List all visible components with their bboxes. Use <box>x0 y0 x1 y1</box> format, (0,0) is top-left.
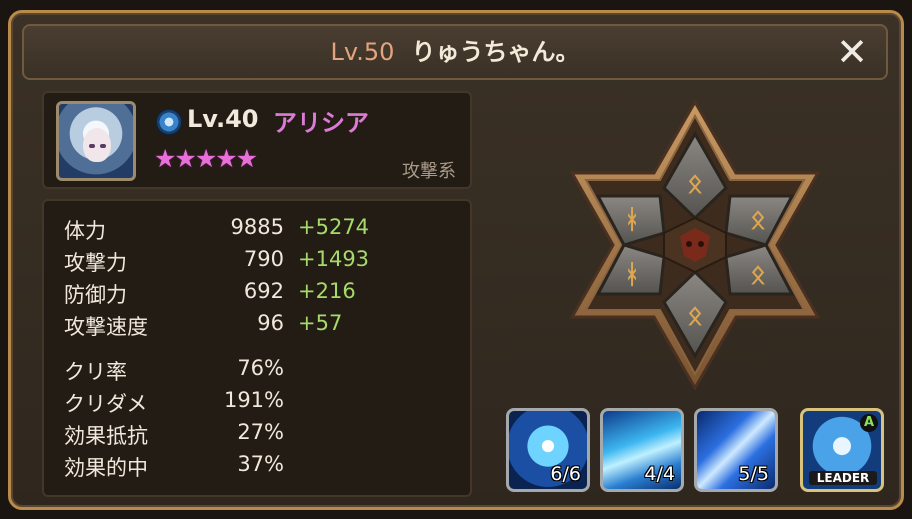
stat-label: 効果抵抗 <box>64 424 148 448</box>
skill-2[interactable]: 4/4 <box>600 408 684 492</box>
player-name: りゅうちゃん。 <box>411 38 580 66</box>
monster-type: 攻撃系 <box>402 161 456 182</box>
stat-label: クリ率 <box>64 360 127 384</box>
rune-glyph-icon: ᛟ <box>687 169 703 199</box>
stat-row-crit-damage: クリダメ 191% <box>64 388 464 418</box>
monster-summary-panel: Lv.40 アリシア ★★★★★ 攻撃系 <box>42 91 472 189</box>
monster-level: Lv.40 <box>187 105 259 133</box>
stat-row-attack: 攻撃力 790 +1493 <box>64 247 464 277</box>
stat-row-crit-rate: クリ率 76% <box>64 356 464 386</box>
stat-label: クリダメ <box>64 392 148 416</box>
stat-label: 効果的中 <box>64 456 148 480</box>
rune-slots: ᛟ ᛟ ᛟ ᛟ ᚼ ᚼ <box>569 100 821 390</box>
leader-skill[interactable]: A LEADER <box>800 408 884 492</box>
stat-value: 37% <box>237 452 284 476</box>
stat-row-defense: 防御力 692 +216 <box>64 279 464 309</box>
stat-bonus: +1493 <box>298 247 370 271</box>
star-rating: ★★★★★ <box>154 144 258 173</box>
rune-glyph-icon: ᛟ <box>750 260 766 290</box>
stat-value: 96 <box>257 311 284 335</box>
stat-value: 27% <box>237 420 284 444</box>
stat-row-speed: 攻撃速度 96 +57 <box>64 311 464 341</box>
skill-level: 6/6 <box>550 463 581 485</box>
close-button[interactable]: ✕ <box>832 30 872 74</box>
stat-bonus: +216 <box>298 279 356 303</box>
stat-value: 191% <box>223 388 284 412</box>
stat-label: 攻撃速度 <box>64 315 148 339</box>
monster-name: アリシア <box>273 109 369 137</box>
stat-row-hp: 体力 9885 +5274 <box>64 215 464 245</box>
stat-bonus: +57 <box>298 311 343 335</box>
water-element-icon <box>156 109 182 135</box>
skill-1[interactable]: 6/6 <box>506 408 590 492</box>
stat-value: 9885 <box>230 215 284 239</box>
portrait-eye <box>100 144 106 148</box>
portrait-eye <box>89 144 95 148</box>
stat-row-resistance: 効果抵抗 27% <box>64 420 464 450</box>
stat-label: 攻撃力 <box>64 251 127 275</box>
skill-level: 4/4 <box>644 463 675 485</box>
leader-grade-badge: A <box>860 414 878 432</box>
stat-row-accuracy: 効果的中 37% <box>64 452 464 482</box>
stat-value: 790 <box>243 247 284 271</box>
monster-portrait[interactable] <box>56 101 136 181</box>
header-bar: Lv.50 りゅうちゃん。 ✕ <box>22 24 888 80</box>
player-level: Lv.50 <box>330 38 395 66</box>
skill-3[interactable]: 5/5 <box>694 408 778 492</box>
leader-label: LEADER <box>809 471 877 485</box>
close-icon: ✕ <box>836 30 868 74</box>
portrait-face <box>83 128 111 162</box>
rune-glyph-icon: ᛟ <box>687 301 703 331</box>
stat-bonus: +5274 <box>298 215 370 239</box>
stat-label: 防御力 <box>64 283 127 307</box>
stat-label: 体力 <box>64 219 106 243</box>
skill-level: 5/5 <box>738 463 769 485</box>
stats-panel: 体力 9885 +5274 攻撃力 790 +1493 防御力 692 +216… <box>42 199 472 497</box>
rune-glyph-icon: ᚼ <box>624 260 640 290</box>
rune-glyph-icon: ᚼ <box>624 205 640 235</box>
stat-value: 76% <box>237 356 284 380</box>
rune-glyph-icon: ᛟ <box>750 205 766 235</box>
stat-value: 692 <box>243 279 284 303</box>
